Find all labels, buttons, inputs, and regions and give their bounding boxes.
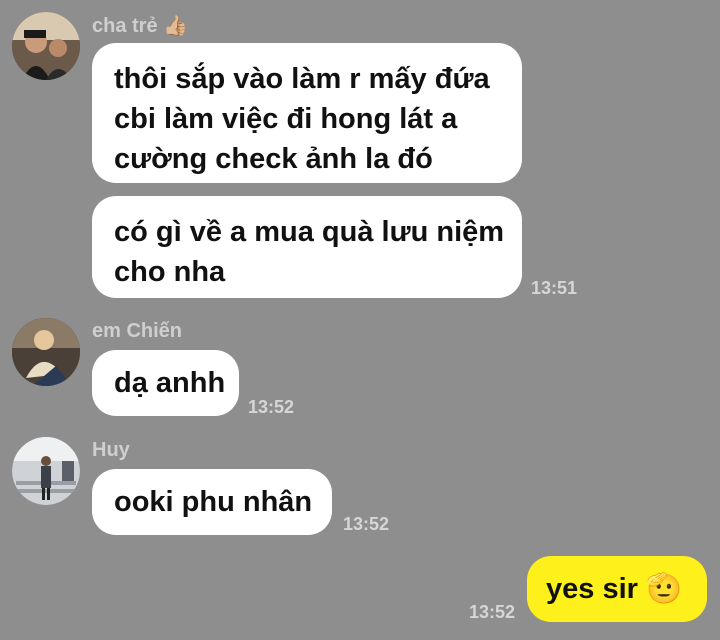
message-text: cho nha — [114, 256, 226, 288]
chat-screen: { "messages": { "group1": { "sender": "c… — [0, 0, 720, 640]
message-text: yes sir 🫡 — [546, 573, 683, 605]
message-time: 13:52 — [343, 514, 390, 534]
message-bubble[interactable]: ooki phu nhân — [92, 469, 332, 535]
message-text: cbi làm việc đi hong lát a — [114, 103, 458, 135]
sender-name: em Chiến — [92, 320, 183, 342]
message-time: 13:52 — [469, 602, 516, 622]
message-text: có gì về a mua quà lưu niệm — [114, 216, 505, 248]
profile-photo-icon — [12, 437, 80, 505]
avatar-em-chien[interactable] — [12, 318, 80, 386]
message-bubble[interactable]: có gì về a mua quà lưu niệm cho nha — [92, 196, 522, 298]
message-time: 13:52 — [248, 397, 295, 417]
message-text: thôi sắp vào làm r mấy đứa — [114, 63, 490, 95]
sender-name: Huy — [92, 439, 130, 461]
profile-photo-icon — [12, 318, 80, 386]
sender-name: cha trẻ 👍🏼 — [92, 15, 189, 37]
message-bubble[interactable]: thôi sắp vào làm r mấy đứa cbi làm việc … — [92, 43, 522, 183]
message-text: ooki phu nhân — [114, 486, 313, 518]
avatar-huy[interactable] — [12, 437, 80, 505]
message-text: cường check ảnh la đó — [114, 143, 433, 175]
message-text: dạ anhh — [114, 367, 226, 399]
message-time: 13:51 — [531, 278, 578, 298]
message-bubble[interactable]: dạ anhh — [92, 350, 239, 416]
avatar-cha-tre[interactable] — [12, 12, 80, 80]
profile-photo-icon — [12, 12, 80, 80]
outgoing-message-bubble[interactable]: yes sir 🫡 — [527, 556, 707, 622]
